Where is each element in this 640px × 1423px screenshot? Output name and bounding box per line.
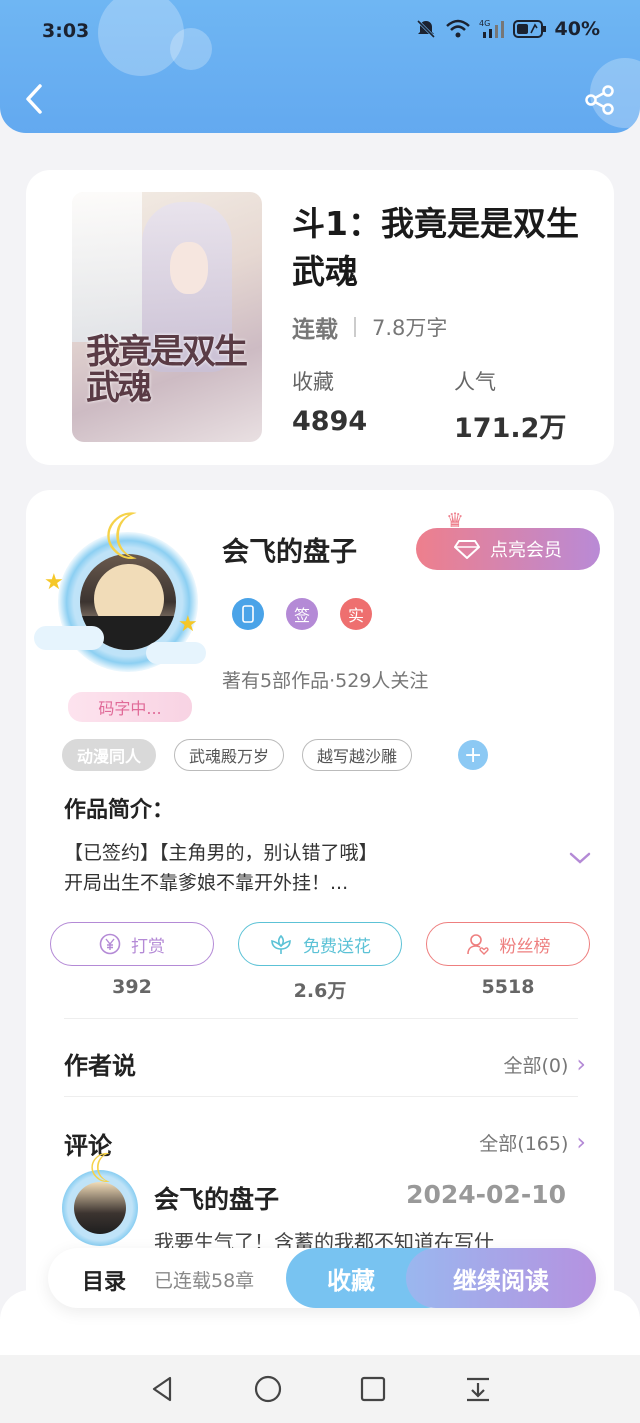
add-tag-button[interactable]: + (458, 740, 489, 770)
comment-username[interactable]: 会飞的盘子 (154, 1180, 279, 1216)
author-avatar[interactable]: ☾ ★ ★ 码字中... (34, 501, 213, 722)
book-info-card: 我竟是双生武魂 斗1：我竟是是双生武魂 连载 7.8万字 收藏 4894 人气 … (26, 170, 614, 465)
divider (64, 1018, 578, 1019)
fans-rank-button[interactable]: 粉丝榜 (426, 922, 590, 966)
comment-date: 2024-02-10 (406, 1180, 566, 1209)
meta-divider (354, 317, 356, 337)
intro-line: 【已签约】【主角男的，别认错了哦】 (64, 842, 378, 864)
author-says-link-label: 全部(0) (503, 1054, 569, 1077)
flower-count: 2.6万 (293, 980, 347, 1002)
author-stats: 著有5部作品·529人关注 (222, 670, 429, 692)
diamond-icon (454, 540, 480, 559)
book-word-count: 7.8万字 (372, 316, 448, 340)
cover-title-text: 我竟是双生武魂 (86, 332, 248, 408)
author-card: ☾ ★ ★ 码字中... 会飞的盘子 ♛ 点亮会员 签 实 著有5部作品·529… (26, 490, 614, 1320)
decor-bubble (170, 28, 212, 70)
fans-icon (466, 934, 489, 955)
intro-title: 作品简介： (64, 798, 175, 823)
author-says-title: 作者说 (64, 1052, 136, 1080)
tag-list: 动漫同人 武魂殿万岁 越写越沙雕 + (62, 739, 489, 771)
star-icon: ★ (178, 612, 198, 637)
favorites-value: 4894 (292, 406, 368, 437)
status-icons: 4G 40% (415, 18, 600, 40)
continue-reading-button[interactable]: 继续阅读 (406, 1248, 596, 1308)
back-arrow-icon[interactable] (22, 82, 50, 116)
signed-badge[interactable]: 签 (286, 598, 318, 630)
author-says-all-link[interactable]: 全部(0) › (503, 1050, 586, 1078)
free-flower-button[interactable]: 免费送花 (238, 922, 402, 966)
favorite-label: 收藏 (327, 1266, 375, 1295)
tip-button[interactable]: 打赏 (50, 922, 214, 966)
verified-badge[interactable]: 实 (340, 598, 372, 630)
intro-line: 开局出生不靠爹娘不靠开外挂！... (64, 872, 349, 894)
chevron-right-icon: › (576, 1128, 586, 1156)
favorites-label: 收藏 (292, 370, 334, 394)
typing-status-badge: 码字中... (68, 692, 192, 722)
tag-item[interactable]: 动漫同人 (62, 739, 157, 771)
share-icon[interactable] (584, 84, 616, 116)
book-meta: 连载 7.8万字 (292, 310, 447, 344)
mute-bell-icon (416, 19, 435, 39)
nav-dropdown-icon[interactable] (463, 1374, 493, 1404)
tip-label: 打赏 (131, 936, 165, 957)
phone-badge-icon (242, 605, 254, 623)
cloud-decor (146, 642, 206, 664)
tip-count: 392 (112, 976, 152, 998)
book-cover[interactable]: 我竟是双生武魂 (72, 192, 262, 442)
battery-percent: 40% (554, 18, 600, 40)
popularity-value: 171.2万 (454, 413, 567, 444)
tip-action: 打赏 392 (50, 922, 214, 1003)
bottom-action-bar: 目录 已连载58章 收藏 继续阅读 (48, 1248, 596, 1308)
toc-button[interactable]: 目录 (82, 1264, 126, 1296)
cover-art-window (72, 192, 142, 342)
cloud-decor (34, 626, 104, 650)
book-status: 连载 (292, 317, 338, 343)
nav-recents-icon[interactable] (358, 1374, 388, 1404)
vip-button-label: 点亮会员 (490, 540, 562, 561)
nav-back-icon[interactable] (148, 1374, 178, 1404)
chevron-down-icon[interactable] (568, 850, 592, 866)
flower-label: 免费送花 (303, 936, 371, 957)
chapters-count: 已连载58章 (154, 1270, 255, 1292)
cover-art-face (170, 242, 208, 294)
divider (64, 1096, 578, 1097)
system-nav-bar (0, 1355, 640, 1423)
vip-button[interactable]: 点亮会员 (416, 528, 600, 570)
fans-label: 粉丝榜 (499, 936, 551, 957)
action-row: 打赏 392 免费送花 2.6万 粉丝榜 5518 (50, 922, 590, 1003)
book-title: 斗1：我竟是是双生武魂 (292, 204, 579, 291)
chevron-right-icon: › (576, 1050, 586, 1078)
flower-icon (271, 934, 291, 954)
decor-bubble (98, 0, 184, 76)
level-badge-icon[interactable] (232, 598, 264, 630)
signal-icon: 4G (479, 19, 504, 38)
nav-home-icon[interactable] (253, 1374, 283, 1404)
intro-text: 【已签约】【主角男的，别认错了哦】 开局出生不靠爹娘不靠开外挂！... (64, 838, 544, 898)
flower-action: 免费送花 2.6万 (238, 922, 402, 1003)
comments-link-label: 全部(165) (479, 1132, 569, 1155)
tag-item[interactable]: 越写越沙雕 (302, 739, 413, 771)
top-header: 3:03 4G 40% (0, 0, 640, 133)
comment-avatar[interactable]: ☾ (48, 1146, 158, 1260)
status-time: 3:03 (42, 20, 90, 42)
wifi-icon (445, 19, 470, 38)
tag-item[interactable]: 武魂殿万岁 (174, 739, 285, 771)
moon-icon: ☾ (88, 1146, 124, 1192)
author-badges: 签 实 (232, 598, 372, 630)
moon-icon: ☾ (102, 501, 160, 575)
yen-icon (99, 933, 121, 955)
star-icon: ★ (44, 570, 64, 595)
popularity-label: 人气 (454, 370, 496, 394)
fans-count: 5518 (481, 976, 535, 998)
svg-text:4G: 4G (479, 19, 490, 28)
comments-all-link[interactable]: 全部(165) › (479, 1128, 586, 1156)
author-name[interactable]: 会飞的盘子 (222, 530, 357, 569)
battery-icon (512, 20, 546, 38)
fans-action: 粉丝榜 5518 (426, 922, 590, 1003)
